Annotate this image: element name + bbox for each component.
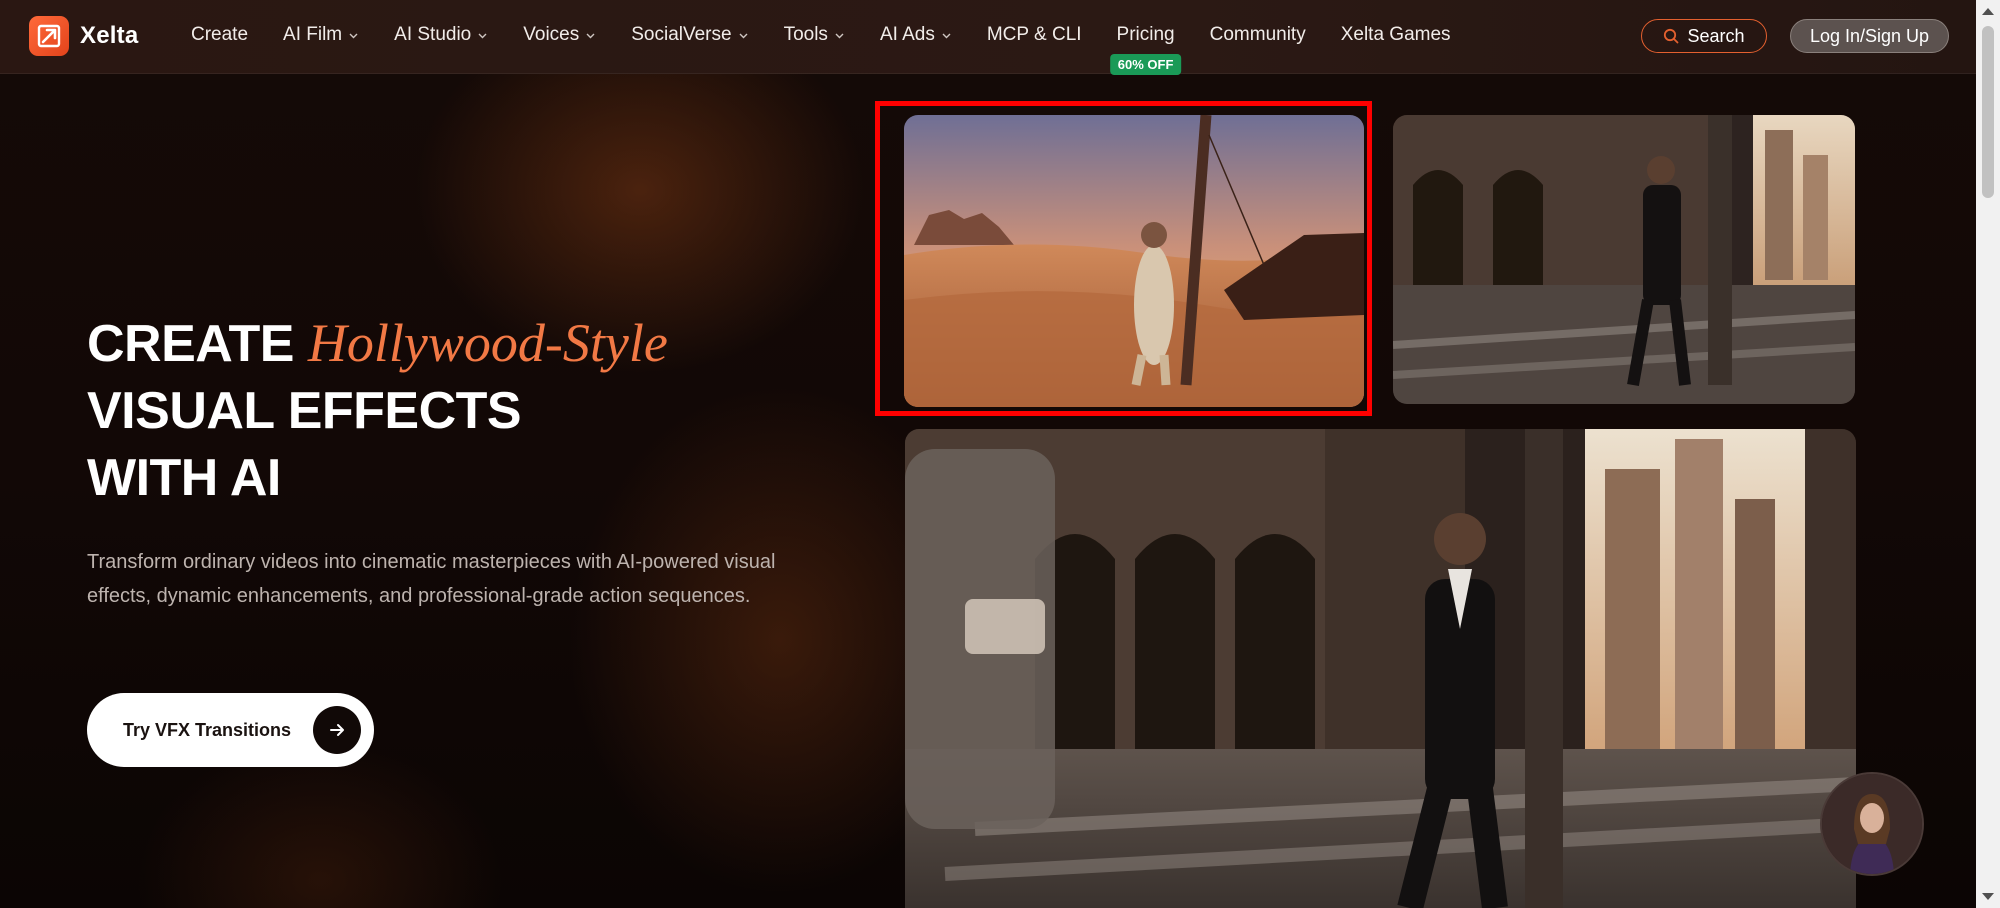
cta-label: Try VFX Transitions bbox=[123, 719, 292, 740]
nav-item-tools[interactable]: Tools bbox=[784, 24, 845, 46]
nav-item-label: SocialVerse bbox=[631, 24, 732, 45]
media-card-desert[interactable] bbox=[904, 115, 1364, 407]
hero-title-line2: VISUAL EFFECTS bbox=[87, 382, 522, 440]
media-card-city-large[interactable] bbox=[905, 429, 1856, 908]
chevron-down-icon bbox=[835, 33, 844, 38]
hero-title: CREATE Hollywood-Style VISUAL EFFECTS WI… bbox=[87, 310, 668, 512]
scroll-up-arrow-icon[interactable] bbox=[1982, 8, 1994, 15]
nav-item-community[interactable]: Community bbox=[1210, 24, 1306, 46]
assistant-avatar-icon[interactable] bbox=[1820, 772, 1924, 876]
hero-description: Transform ordinary videos into cinematic… bbox=[87, 551, 776, 607]
search-button[interactable]: Search bbox=[1641, 19, 1767, 53]
city-street-scene-image bbox=[1393, 115, 1855, 404]
nav-item-label: Voices bbox=[523, 24, 580, 45]
nav-item-label: Pricing bbox=[1116, 24, 1175, 45]
nav-item-label: Xelta Games bbox=[1340, 24, 1451, 45]
nav-item-socialverse[interactable]: SocialVerse bbox=[631, 24, 748, 46]
nav-item-pricing[interactable]: Pricing 60% OFF bbox=[1109, 24, 1182, 75]
chevron-down-icon bbox=[349, 33, 358, 38]
scroll-down-arrow-icon[interactable] bbox=[1982, 893, 1994, 900]
nav-item-label: Tools bbox=[783, 24, 828, 45]
nav-item-mcp-cli[interactable]: MCP & CLI bbox=[987, 24, 1082, 46]
try-vfx-transitions-button[interactable]: Try VFX Transitions bbox=[87, 693, 374, 767]
nav-item-ai-film[interactable]: AI Film bbox=[283, 24, 359, 46]
hero-title-line3: WITH AI bbox=[87, 449, 281, 507]
nav-item-label: AI Film bbox=[283, 24, 343, 45]
city-street-large-scene-image bbox=[905, 429, 1856, 908]
hero-title-prefix: CREATE bbox=[87, 315, 294, 373]
nav-item-xelta-games[interactable]: Xelta Games bbox=[1341, 24, 1451, 46]
main-menu: Create AI Film AI Studio Voices SocialVerse T… bbox=[191, 0, 1486, 75]
nav-item-label: Community bbox=[1209, 24, 1306, 45]
arrow-right-icon bbox=[313, 706, 361, 754]
page-scrollbar[interactable] bbox=[1976, 0, 2000, 908]
nav-item-label: AI Studio bbox=[394, 24, 472, 45]
search-icon bbox=[1664, 28, 1679, 44]
brand-name: Xelta bbox=[80, 22, 139, 49]
nav-item-label: MCP & CLI bbox=[986, 24, 1082, 45]
login-signup-button[interactable]: Log In/Sign Up bbox=[1790, 19, 1949, 53]
xelta-logo-icon bbox=[29, 16, 69, 56]
nav-item-create[interactable]: Create bbox=[191, 24, 248, 46]
nav-item-voices[interactable]: Voices bbox=[523, 24, 596, 46]
media-card-city-small[interactable] bbox=[1393, 115, 1855, 404]
desert-scene-image bbox=[904, 115, 1364, 407]
nav-item-ai-studio[interactable]: AI Studio bbox=[394, 24, 488, 46]
top-navbar: Xelta Create AI Film AI Studio Voices Social… bbox=[0, 0, 1976, 75]
nav-item-label: AI Ads bbox=[879, 24, 935, 45]
chevron-down-icon bbox=[478, 33, 487, 38]
chevron-down-icon bbox=[739, 33, 748, 38]
scrollbar-thumb[interactable] bbox=[1982, 26, 1994, 198]
chevron-down-icon bbox=[942, 33, 951, 38]
hero-title-accent: Hollywood-Style bbox=[307, 313, 668, 373]
nav-item-label: Create bbox=[191, 24, 249, 45]
chevron-down-icon bbox=[586, 33, 595, 38]
brand-logo-link[interactable]: Xelta bbox=[29, 16, 138, 56]
discount-badge: 60% OFF bbox=[1109, 54, 1182, 75]
search-button-label: Search bbox=[1687, 25, 1745, 46]
nav-item-ai-ads[interactable]: AI Ads bbox=[880, 24, 952, 46]
